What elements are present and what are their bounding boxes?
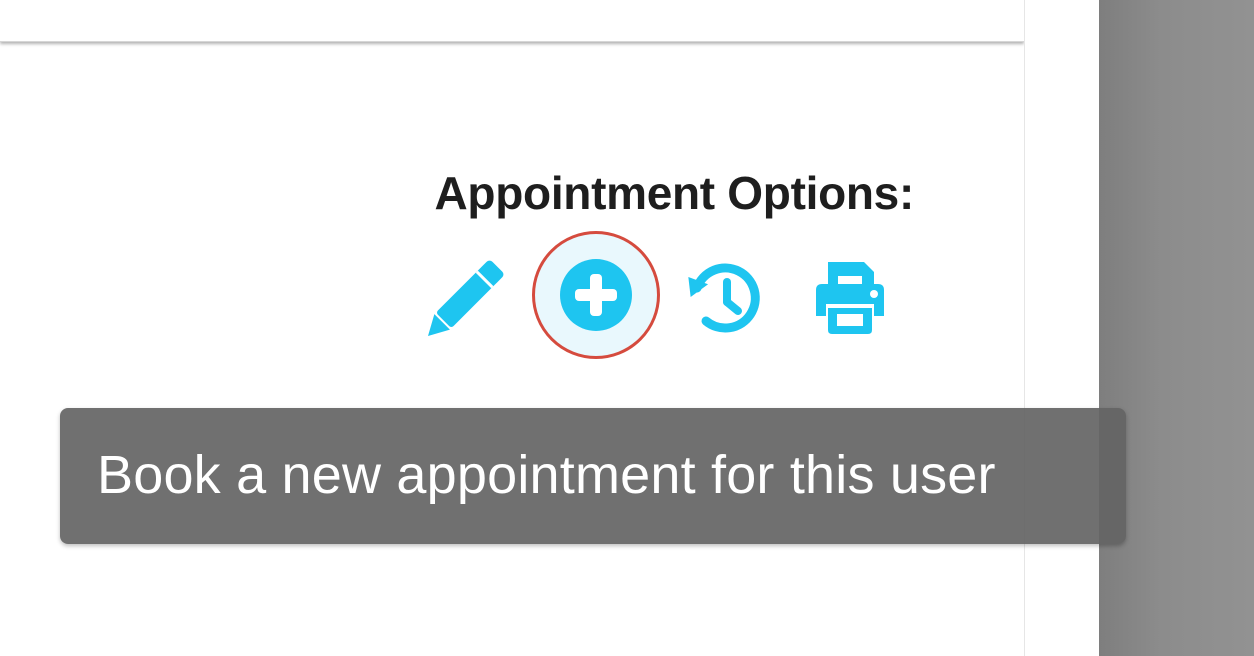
pencil-icon <box>428 260 504 336</box>
print-appointment-button[interactable] <box>808 258 892 338</box>
tooltip-text: Book a new appointment for this user <box>97 445 996 505</box>
top-card <box>0 0 1024 42</box>
edit-appointment-button[interactable] <box>424 258 508 338</box>
appointment-history-button[interactable] <box>682 258 762 338</box>
page-gutter <box>1024 0 1099 656</box>
printer-icon <box>816 262 884 334</box>
appointment-options-toolbar <box>420 230 900 370</box>
book-appointment-button[interactable] <box>532 231 660 359</box>
history-icon <box>688 263 760 333</box>
plus-circle-icon <box>560 259 632 331</box>
side-overlay-panel <box>1099 0 1254 656</box>
appointment-options-title: Appointment Options: <box>434 167 915 219</box>
tooltip: Book a new appointment for this user <box>60 408 1126 544</box>
